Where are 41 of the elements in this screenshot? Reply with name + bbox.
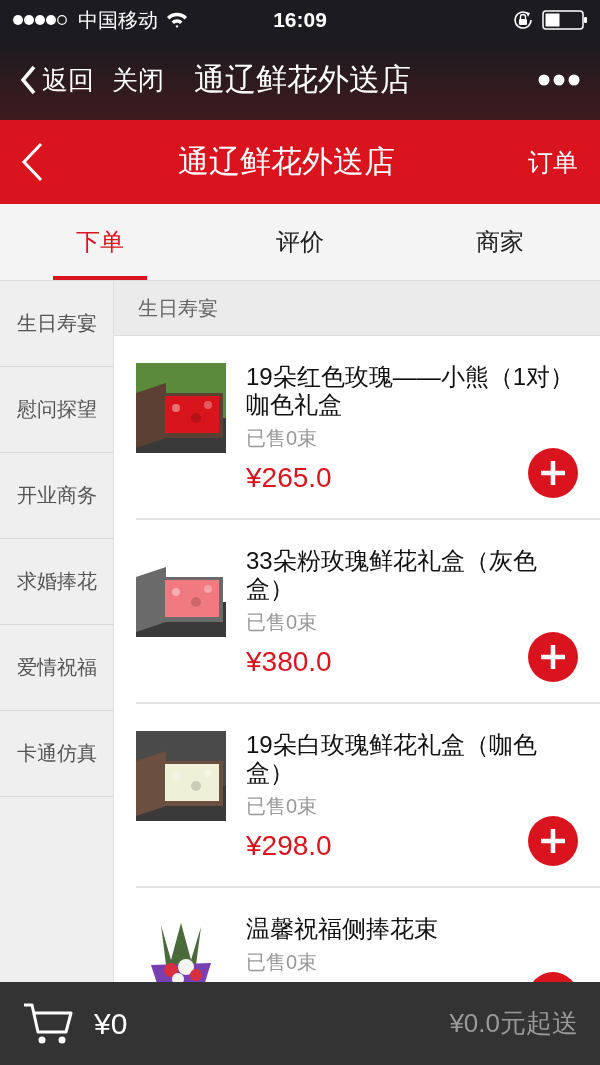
tab[interactable]: 商家 [400, 204, 600, 280]
cart-icon[interactable] [22, 1001, 74, 1046]
sold-count: 已售0束 [246, 610, 319, 635]
signal-icon [12, 14, 70, 26]
cart-total: ¥0 [94, 1006, 129, 1041]
back-icon[interactable] [20, 142, 44, 182]
product-price: ¥265.0 [246, 462, 332, 494]
back-button[interactable]: 返回 [20, 62, 94, 98]
add-icon[interactable] [528, 816, 578, 866]
category-item[interactable]: 生日寿宴 [0, 281, 113, 367]
product-price: ¥298.0 [246, 830, 332, 862]
sold-count: 已售0束 [246, 950, 319, 975]
product-name: 19朵红色玫瑰——小熊（1对）咖色礼盒 [246, 363, 576, 419]
product-name: 33朵粉玫瑰鲜花礼盒（灰色盒） [246, 547, 538, 603]
category-item[interactable]: 开业商务 [0, 453, 113, 539]
more-icon[interactable] [538, 74, 580, 86]
category-item[interactable]: 卡通仿真 [0, 711, 113, 797]
sold-count: 已售0束 [246, 426, 319, 451]
category-item[interactable]: 慰问探望 [0, 367, 113, 453]
category-item[interactable]: 爱情祝福 [0, 625, 113, 711]
product-price: ¥380.0 [246, 646, 332, 678]
page-title: 通辽鲜花外送店 [194, 61, 412, 99]
close-button[interactable]: 关闭 [112, 62, 164, 98]
shop-title: 通辽鲜花外送店 [176, 143, 396, 181]
add-icon[interactable] [528, 448, 578, 498]
battery-icon [542, 10, 588, 30]
category-item[interactable]: 求婚捧花 [0, 539, 113, 625]
minimum-order: ¥0.0元起送 [449, 1007, 578, 1040]
clock-time: 16:09 [273, 8, 327, 32]
wifi-icon [166, 12, 188, 28]
orders-link[interactable]: 订单 [528, 145, 578, 179]
sold-count: 已售0束 [246, 794, 319, 819]
add-icon[interactable] [528, 632, 578, 682]
carrier-name: 中国移动 [78, 7, 158, 33]
tab[interactable]: 评价 [200, 204, 400, 280]
section-heading: 生日寿宴 [114, 281, 600, 336]
tab[interactable]: 下单 [0, 204, 200, 280]
product-name: 19朵白玫瑰鲜花礼盒（咖色盒） [246, 731, 538, 787]
chevron-left-icon [20, 65, 36, 95]
product-name: 温馨祝福侧捧花束 [246, 915, 439, 943]
rotation-lock-icon [512, 9, 534, 31]
